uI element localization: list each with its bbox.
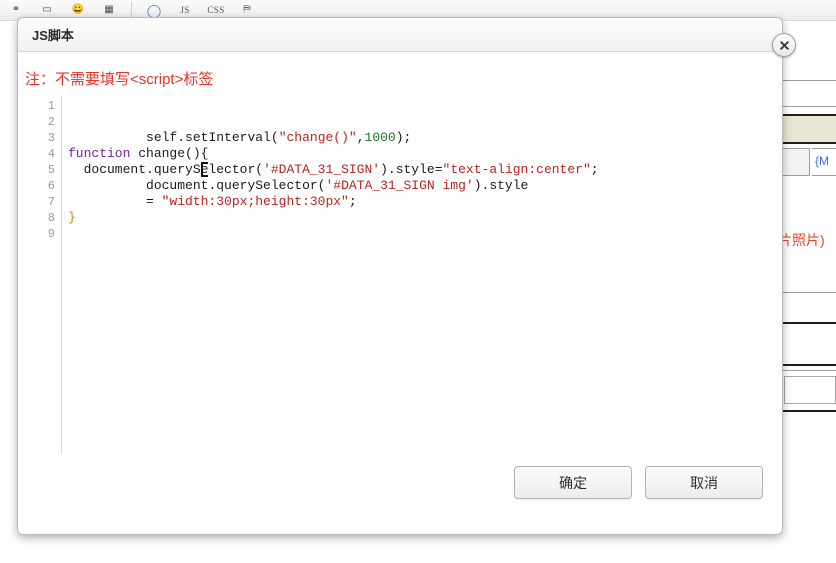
code-token: .style xyxy=(387,162,435,177)
code-token: '#DATA_31_SIGN img' xyxy=(325,178,474,193)
form-rule-4 xyxy=(782,322,836,324)
code-token: ) xyxy=(380,162,388,177)
code-token: ( xyxy=(270,130,279,145)
code-line: document.querySelector('#DATA_31_SIGN').… xyxy=(68,162,774,178)
form-rule-2 xyxy=(782,106,836,107)
form-rule-1 xyxy=(782,80,836,81)
dialog-title: JS脚本 xyxy=(32,28,74,43)
code-editor[interactable]: 123456789 self.setInterval("change()",10… xyxy=(26,96,774,486)
code-token: , xyxy=(356,130,365,145)
script-tag-notice: 注：不需要填写<script>标签 xyxy=(25,71,214,88)
form-token-cell[interactable]: {M xyxy=(812,148,836,176)
line-number: 4 xyxy=(47,147,55,161)
line-number: 9 xyxy=(47,227,55,241)
code-token: ; xyxy=(590,162,599,177)
code-line: } xyxy=(68,210,774,226)
js-script-dialog: JS脚本 注：不需要填写<script>标签 123456789 self.se… xyxy=(17,17,796,535)
code-token: querySelector xyxy=(153,162,256,177)
code-token: change xyxy=(130,146,186,161)
code-token: } xyxy=(68,210,76,225)
code-line: document.querySelector('#DATA_31_SIGN im… xyxy=(68,178,774,194)
code-token: 1000 xyxy=(364,130,396,145)
toolbar-separator xyxy=(131,2,132,18)
form-rule-7 xyxy=(782,410,836,412)
code-token: = xyxy=(68,194,162,209)
code-token: ( xyxy=(255,162,264,177)
code-token: . xyxy=(146,162,154,177)
code-token: . xyxy=(177,130,186,145)
form-rule-5 xyxy=(782,364,836,366)
code-token: document xyxy=(68,162,147,177)
line-number: 8 xyxy=(47,211,55,225)
code-token: ) xyxy=(473,178,482,193)
cancel-button[interactable]: 取消 xyxy=(645,466,763,499)
code-token: (){ xyxy=(185,146,209,161)
form-red-note: 片照片) xyxy=(778,232,825,248)
code-token: "change()" xyxy=(278,130,357,145)
code-token: ); xyxy=(395,130,412,145)
form-rule-6 xyxy=(782,370,836,371)
code-token: function xyxy=(68,146,131,161)
form-label-cell xyxy=(780,148,810,176)
form-rule-3 xyxy=(782,292,836,293)
line-number: 3 xyxy=(47,131,55,145)
code-line: = "width:30px;height:30px"; xyxy=(68,194,774,210)
code-content[interactable]: self.setInterval("change()",1000); functi… xyxy=(62,96,774,486)
code-token: "width:30px;height:30px" xyxy=(161,194,349,209)
form-highlight-cell xyxy=(780,114,836,144)
line-number: 1 xyxy=(47,99,55,113)
confirm-button[interactable]: 确定 xyxy=(514,466,632,499)
background-form: {M 片照片) xyxy=(778,22,836,482)
line-number: 5 xyxy=(47,163,55,177)
code-line: function change(){ xyxy=(68,146,774,162)
code-token: setInterval xyxy=(185,130,271,145)
form-box-cell xyxy=(784,376,836,404)
code-token: querySelector xyxy=(216,178,318,193)
dialog-body: 注：不需要填写<script>标签 123456789 self.setInte… xyxy=(18,53,782,493)
code-token: = xyxy=(434,162,443,177)
line-number: 2 xyxy=(47,115,55,129)
line-number: 7 xyxy=(47,195,55,209)
line-number: 6 xyxy=(47,179,55,193)
code-token: .style xyxy=(481,178,529,193)
code-token: ; xyxy=(348,194,357,209)
code-token: self xyxy=(146,130,178,145)
code-token: "text-align:center" xyxy=(442,162,591,177)
code-line: self.setInterval("change()",1000); xyxy=(68,130,774,146)
dialog-header: JS脚本 xyxy=(18,18,782,52)
dialog-footer: 确定 取消 xyxy=(18,454,782,534)
code-token: '#DATA_31_SIGN' xyxy=(263,162,381,177)
code-token: document xyxy=(68,178,209,193)
line-number-gutter: 1 2 3 4 5 6 7 8 9 xyxy=(26,96,62,486)
